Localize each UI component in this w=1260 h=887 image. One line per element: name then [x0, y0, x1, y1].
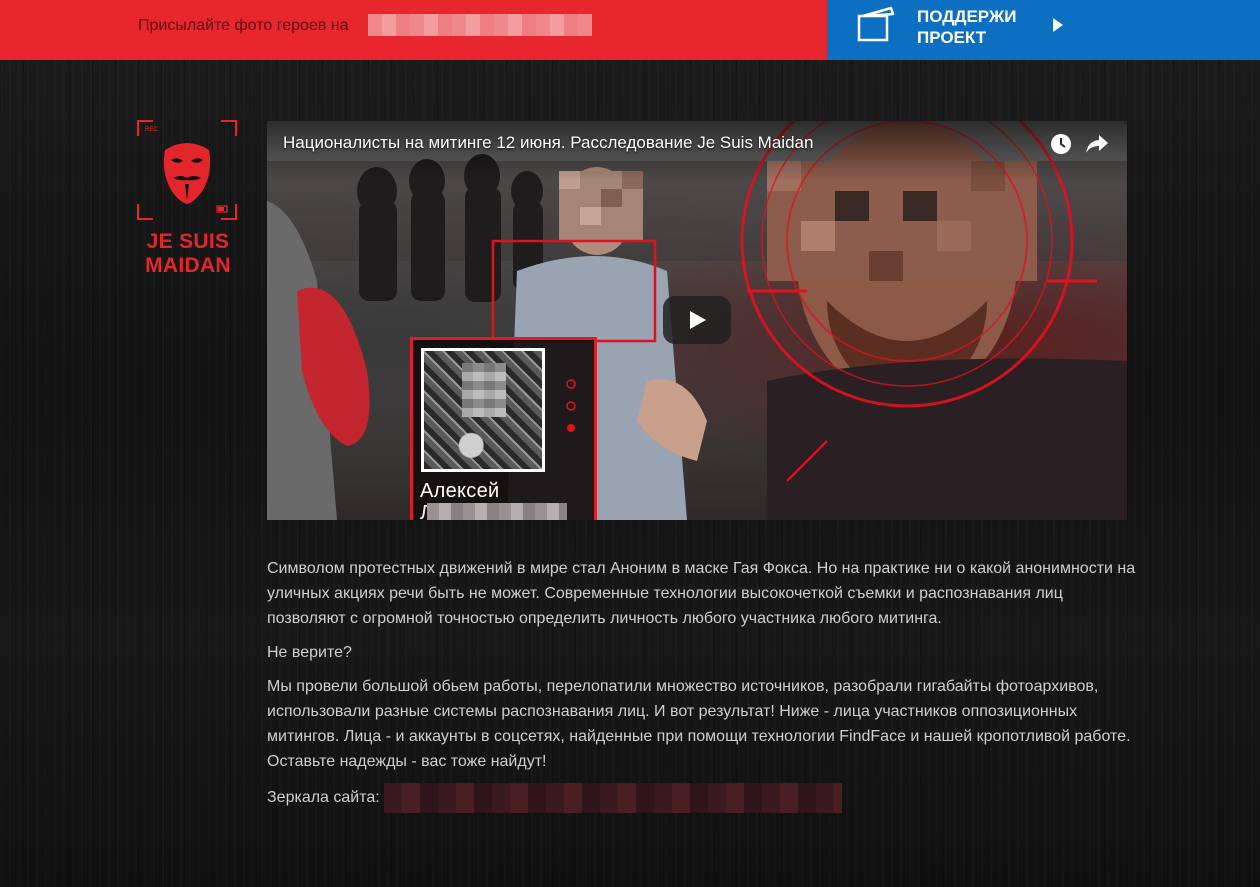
video-player[interactable]: Националисты на митинге 12 июня. Расслед…: [267, 121, 1127, 520]
article-paragraph-3-text: Мы провели большой обьем работы, перелоп…: [267, 678, 1131, 745]
play-button[interactable]: [663, 296, 731, 344]
clock-icon[interactable]: [1050, 133, 1072, 155]
send-photos-banner: Присылайте фото героев на: [0, 0, 827, 60]
top-bar: Присылайте фото героев на ПОДДЕРЖИ ПРОЕК…: [0, 0, 1260, 60]
rec-label: REC: [145, 127, 158, 133]
article-body: Символом протестных движений в мире стал…: [267, 556, 1137, 822]
support-label-line2: ПРОЕКТ: [917, 28, 987, 47]
article-paragraph-3-tagline: Оставьте надежды - вас тоже найдут!: [267, 753, 547, 770]
logo-line2: MAIDAN: [145, 254, 231, 277]
ticket-icon: [857, 6, 895, 42]
share-arrow-icon[interactable]: [1085, 133, 1109, 155]
send-photos-text: Присылайте фото героев на: [138, 17, 349, 34]
support-project-button[interactable]: ПОДДЕРЖИ ПРОЕКТ: [827, 0, 1260, 60]
support-label-line1: ПОДДЕРЖИ: [917, 7, 1017, 26]
logo-text: JE SUIS MAIDAN: [137, 230, 239, 278]
redacted-email: [368, 14, 592, 36]
blurred-face: [462, 363, 506, 417]
arrow-right-icon: [1053, 18, 1063, 32]
redacted-mirror-links: [383, 783, 842, 813]
identity-photo: [421, 348, 545, 472]
site-logo[interactable]: REC JE SUIS MAIDAN: [137, 120, 239, 280]
identity-first-name: Алексей: [420, 480, 500, 502]
article-paragraph-3: Мы провели большой обьем работы, перелоп…: [267, 674, 1137, 774]
pagination-dots: [566, 379, 576, 432]
article-paragraph-2: Не верите?: [267, 644, 352, 661]
logo-line1: JE SUIS: [146, 230, 230, 253]
identity-card: Алексей Л: [410, 337, 597, 520]
redacted-surname: [427, 503, 567, 520]
mirrors-label: Зеркала сайта:: [267, 789, 380, 807]
video-title[interactable]: Националисты на митинге 12 июня. Расслед…: [283, 133, 813, 153]
anonymous-mask-icon: REC: [137, 120, 237, 220]
mirrors-row: Зеркала сайта:: [267, 783, 1137, 813]
article-paragraph-1: Символом протестных движений в мире стал…: [267, 560, 1136, 627]
support-project-label: ПОДДЕРЖИ ПРОЕКТ: [917, 6, 1057, 48]
